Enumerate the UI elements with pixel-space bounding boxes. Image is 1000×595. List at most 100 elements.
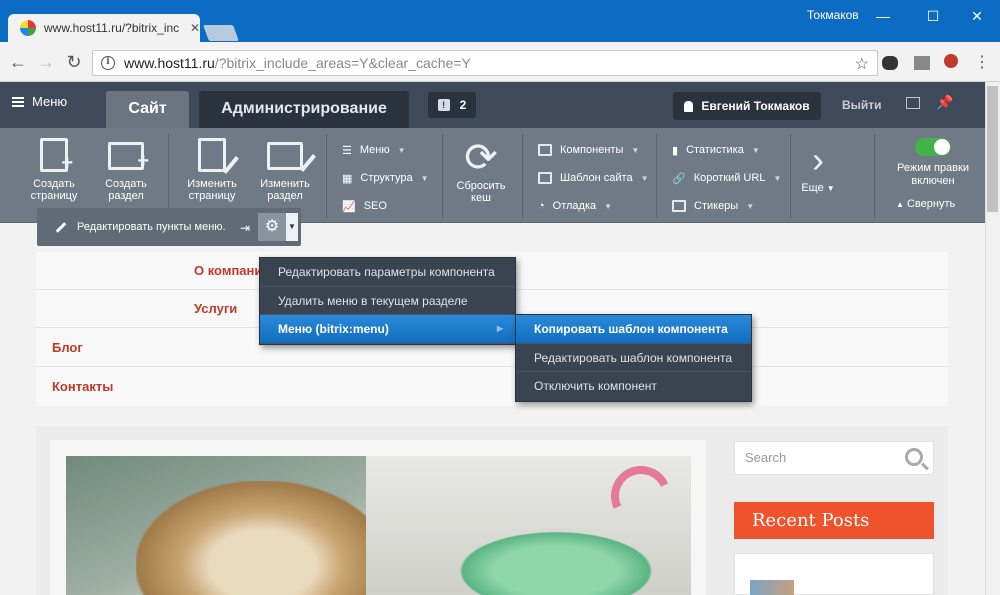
browser-tab[interactable]: www.host11.ru/?bitrix_inc ✕ — [8, 14, 200, 42]
panel-menu-button[interactable]: Меню — [12, 94, 67, 109]
create-page-button[interactable]: + Создать страницу — [18, 134, 90, 202]
grid-icon: ▦ — [342, 172, 353, 185]
user-profile-button[interactable]: Евгений Токмаков — [673, 92, 821, 120]
panel-column-components: Компоненты ▼ Шаблон сайта ▼ ◔ Отладка ▼ — [538, 136, 649, 220]
gauge-icon: ◔ — [538, 200, 545, 212]
site-template-button[interactable]: Шаблон сайта ▼ — [538, 164, 649, 192]
edit-mode-toggle[interactable]: Режим правки включен — [888, 138, 978, 188]
maximize-icon[interactable]: ☐ — [918, 4, 948, 28]
panel-column-stats: ▮ Статистика ▼ 🔗 Короткий URL ▼ Стикеры ▼ — [672, 136, 781, 220]
new-tab-button[interactable] — [203, 25, 239, 41]
menu-item-edit-template[interactable]: Редактировать шаблон компонента — [516, 344, 751, 372]
stickers-button[interactable]: Стикеры ▼ — [672, 192, 781, 220]
separator — [790, 134, 791, 218]
separator — [442, 134, 443, 218]
scrollbar-thumb[interactable] — [987, 86, 998, 212]
collapse-arrow-icon: ▲ — [896, 200, 904, 209]
collapse-panel-button[interactable]: ▲ Свернуть — [896, 198, 955, 210]
refresh-icon: ⟳ — [464, 136, 498, 180]
reset-cache-button[interactable]: ⟳ Сбросить кеш — [449, 136, 513, 204]
extension-badge-icon[interactable] — [944, 54, 958, 68]
panel-column-menu: ☰ Меню ▼ ▦ Структура ▼ 📈 SEO — [342, 136, 429, 220]
forward-icon[interactable]: → — [34, 50, 58, 74]
panel-settings-icon[interactable] — [906, 97, 920, 109]
notifications-button[interactable]: ! 2 — [428, 92, 476, 118]
short-url-button[interactable]: 🔗 Короткий URL ▼ — [672, 164, 781, 192]
tab-site[interactable]: Сайт — [106, 91, 189, 128]
pencil-icon — [55, 221, 67, 233]
edit-section-label: Изменить раздел — [260, 178, 310, 202]
menu-item-bitrix-menu[interactable]: Меню (bitrix:menu) ▶ — [260, 315, 515, 344]
menu-item-delete-menu[interactable]: Удалить меню в текущем разделе — [260, 287, 515, 315]
close-tab-icon[interactable]: ✕ — [190, 21, 200, 35]
search-icon[interactable] — [905, 448, 923, 466]
component-submenu: Копировать шаблон компонента Редактирова… — [515, 314, 752, 402]
more-button[interactable]: › Еще ▼ — [798, 138, 838, 194]
gear-icon[interactable]: ⚙ — [258, 213, 286, 241]
components-button[interactable]: Компоненты ▼ — [538, 136, 649, 164]
edit-page-label: Изменить страницу — [187, 178, 237, 202]
browser-profile-name[interactable]: Токмаков — [807, 8, 859, 22]
bar-chart-icon: ▮ — [672, 144, 679, 157]
menu-item-copy-template[interactable]: Копировать шаблон компонента — [516, 315, 751, 344]
tab-title: www.host11.ru/?bitrix_inc — [44, 21, 180, 35]
url-text: www.host11.ru/?bitrix_include_areas=Y&cl… — [124, 55, 471, 71]
sticker-icon — [672, 200, 686, 212]
edit-folder-icon — [267, 142, 316, 172]
reset-cache-label: Сбросить кеш — [456, 180, 506, 204]
search-input[interactable]: Search — [734, 441, 934, 475]
seo-button[interactable]: 📈 SEO — [342, 192, 429, 220]
chevron-right-icon: › — [812, 139, 824, 180]
minimize-icon[interactable]: — — [868, 4, 898, 28]
statistics-button[interactable]: ▮ Статистика ▼ — [672, 136, 781, 164]
chrome-menu-icon[interactable]: ⋮ — [974, 52, 990, 72]
edit-section-button[interactable]: Изменить раздел — [249, 134, 321, 202]
featured-image[interactable] — [66, 456, 691, 595]
edit-page-icon — [198, 138, 239, 174]
separator — [168, 134, 169, 218]
logout-link[interactable]: Выйти — [842, 98, 882, 112]
bookmark-star-icon[interactable]: ☆ — [855, 54, 869, 74]
more-label: Еще — [801, 182, 824, 194]
create-section-label: Создать раздел — [105, 178, 147, 202]
close-window-icon[interactable]: ✕ — [962, 4, 992, 28]
edit-mode-label: Режим правки включен — [897, 162, 969, 187]
new-folder-icon: + — [108, 142, 149, 171]
menu-item-edit-params[interactable]: Редактировать параметры компонента — [260, 258, 515, 287]
structure-button[interactable]: ▦ Структура ▼ — [342, 164, 429, 192]
component-context-menu: Редактировать параметры компонента Удали… — [259, 257, 516, 345]
component-icon — [538, 144, 552, 156]
chart-icon: 📈 — [342, 200, 356, 213]
menu-button[interactable]: ☰ Меню ▼ — [342, 136, 429, 164]
url-input[interactable]: i www.host11.ru/?bitrix_include_areas=Y&… — [92, 50, 878, 76]
menu-item-disable-component[interactable]: Отключить компонент — [516, 372, 751, 401]
submenu-arrow-icon: ▶ — [496, 324, 503, 333]
pin-toolbar-icon[interactable]: ⇥ — [240, 221, 250, 235]
separator — [326, 134, 327, 218]
reload-icon[interactable]: ↻ — [62, 50, 86, 74]
link-icon: 🔗 — [672, 172, 686, 185]
bitrix-favicon-icon — [20, 20, 36, 36]
user-icon — [684, 100, 694, 112]
list-icon: ☰ — [342, 144, 352, 157]
panel-menu-label: Меню — [32, 94, 68, 109]
separator — [522, 134, 523, 218]
debug-button[interactable]: ◔ Отладка ▼ — [538, 192, 649, 220]
bitrix-admin-panel: Меню Сайт Администрирование ! 2 Евгений … — [0, 82, 985, 128]
separator — [656, 134, 657, 218]
edit-menu-items-button[interactable]: Редактировать пункты меню. — [77, 221, 226, 233]
chevron-down-icon[interactable]: ▼ — [286, 213, 298, 241]
site-info-icon[interactable]: i — [101, 56, 115, 70]
post-thumbnail[interactable] — [750, 580, 794, 595]
separator — [874, 134, 875, 218]
create-page-label: Создать страницу — [30, 178, 78, 202]
pin-icon[interactable]: 📌 — [936, 94, 953, 111]
extension-mask-icon[interactable] — [882, 56, 898, 70]
edit-page-button[interactable]: Изменить страницу — [176, 134, 248, 202]
tab-administration[interactable]: Администрирование — [199, 91, 409, 128]
back-icon[interactable]: ← — [6, 50, 30, 74]
extension-list-icon[interactable] — [914, 56, 930, 70]
create-section-button[interactable]: + Создать раздел — [90, 134, 162, 202]
notification-count: 2 — [459, 98, 467, 112]
nav-item-contacts[interactable]: Контакты — [36, 368, 948, 406]
